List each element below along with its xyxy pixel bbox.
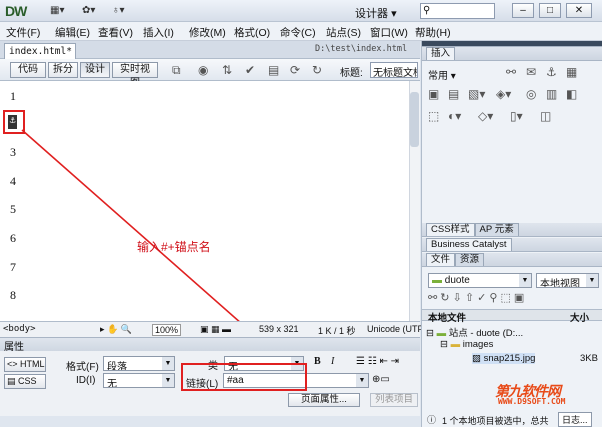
page-properties-button[interactable]: 页面属性... (288, 393, 360, 407)
css-panel-header: CSS样式 AP 元素 (422, 223, 602, 237)
comment-icon[interactable]: ◎ (526, 87, 536, 101)
log-button[interactable]: 日志... (558, 412, 592, 427)
ap-elements-tab[interactable]: AP 元素 (474, 223, 519, 236)
link-highlight-box (181, 363, 307, 391)
list-icons[interactable]: ☰ ☷ ⇤ ⇥ (356, 356, 399, 367)
files-toolbar-icons[interactable]: ⚯ ↻ ⇩ ⇧ ✓ ⚲ ⬚ ▣ (428, 291, 524, 304)
dreamweaver-window: DW ▦▾ ✿▾ ♁▾ 设计器 ▾ ⚲ – □ ✕ 文件(F) 编辑(E) 查看… (0, 0, 602, 427)
div-icon[interactable]: ▣ (428, 87, 439, 101)
watermark-url: WWW.D9SOFT.COM (498, 397, 566, 406)
hyperlink-icon[interactable]: ⚯ (506, 65, 516, 79)
point-to-file-icon[interactable]: ⊕▭ (372, 374, 390, 385)
head-icon[interactable]: ▥ (546, 87, 557, 101)
format-value: 段落 (107, 362, 127, 371)
business-catalyst-header: Business Catalyst (422, 238, 602, 252)
insert-tab[interactable]: 插入 (426, 47, 456, 60)
file-name: snap215.jpg (483, 353, 536, 364)
id-value: 无 (107, 379, 117, 388)
encoding: Unicode (UTF (367, 324, 424, 334)
template-icon[interactable]: ⬚ (428, 109, 439, 123)
id-label: ID(I) (76, 375, 96, 386)
list-item[interactable]: ⊟ ▬ images (440, 339, 493, 350)
html-label: HTML (20, 359, 45, 369)
file-size: 3KB (580, 353, 598, 364)
bold-button[interactable]: B (314, 356, 321, 367)
image-file-icon: ▨ (472, 353, 481, 364)
css-label: CSS (18, 376, 37, 386)
view-select-value: 本地视图 (540, 279, 580, 288)
file-name: 站点 - duote (D:... (448, 328, 524, 339)
download-speed: 1 K / 1 秒 (318, 326, 356, 336)
window-size-icons[interactable]: ▣ ▦ ▬ (200, 324, 231, 335)
assets-tab[interactable]: 资源 (455, 253, 485, 266)
list-item-button: 列表项目 (370, 393, 418, 407)
size-column[interactable]: 大小 (570, 310, 589, 324)
chevron-down-icon: ▼ (162, 357, 174, 370)
business-catalyst-tab[interactable]: Business Catalyst (426, 238, 512, 251)
html-mode-button[interactable]: <> HTML (4, 357, 46, 372)
files-status-bar: ⓘ 1 个本地项目被选中，总共 日志... (424, 411, 602, 427)
file-name: images (462, 339, 494, 350)
named-anchor-icon[interactable]: ⚓ (546, 65, 557, 79)
italic-button[interactable]: I (331, 356, 334, 367)
list-item[interactable]: ⊟ ▬ 站点 - duote (D:... (426, 325, 523, 339)
annotation-text: 输入#+锚点名 (137, 240, 211, 254)
chevron-down-icon: ▼ (162, 374, 174, 387)
local-files-column[interactable]: 本地文件 (428, 310, 466, 324)
chevron-down-icon: ▼ (356, 374, 368, 387)
css-styles-tab[interactable]: CSS样式 (426, 223, 475, 236)
properties-panel-header[interactable]: 属性 (0, 337, 420, 353)
insert-category-select[interactable]: 常用 ▾ (428, 67, 456, 82)
format-select[interactable]: 段落 ▼ (103, 356, 175, 371)
css-mode-button[interactable]: ▤ CSS (4, 374, 46, 389)
tag-selector[interactable]: <body> (3, 324, 36, 334)
media-icon[interactable]: ▧▾ (468, 87, 485, 101)
site-select[interactable]: ▬ duote ▼ (428, 273, 532, 288)
files-panel-header: 文件 资源 (422, 253, 602, 267)
insert-category-label: 常用 (428, 71, 448, 82)
script-icon[interactable]: ◧ (566, 87, 577, 101)
select-tool-icon[interactable]: ▸ ✋ 🔍 (100, 324, 132, 335)
email-icon[interactable]: ✉ (526, 65, 536, 79)
server-include-icon[interactable]: ▯▾ (510, 109, 523, 123)
image-icon[interactable]: ▤ (448, 87, 459, 101)
tag-chooser-icon[interactable]: ◐▾ (448, 109, 461, 123)
format-label: 格式(F) (66, 362, 99, 373)
insert-panel-header: 插入 (422, 47, 602, 61)
files-column-header: 本地文件 大小 (422, 309, 602, 324)
files-status-text: 1 个本地项目被选中，总共 (442, 416, 549, 426)
id-select[interactable]: 无 ▼ (103, 373, 175, 388)
snippet-icon[interactable]: ◫ (540, 109, 551, 123)
table-icon[interactable]: ▦ (566, 65, 577, 79)
list-item[interactable]: ▨ snap215.jpg (472, 353, 536, 364)
right-panel-group: 插入 常用 ▾ ⚯ ✉ ⚓ ▦ ▣ ▤ ▧▾ ◈▾ ◎ ▥ ◧ ⬚ ◐▾ ◇▾ … (421, 41, 602, 427)
chevron-down-icon: ▼ (519, 274, 531, 287)
info-icon: ⓘ (427, 415, 437, 425)
window-size[interactable]: 539 x 321 (259, 324, 299, 334)
folder-icon: ▬ (436, 328, 447, 339)
folder-icon: ▬ (432, 275, 442, 286)
widget-icon[interactable]: ◇▾ (478, 109, 493, 123)
files-tab[interactable]: 文件 (426, 253, 456, 266)
chevron-down-icon: ▼ (586, 274, 598, 287)
view-select[interactable]: 本地视图 ▼ (536, 273, 599, 288)
status-bar: <body> ▸ ✋ 🔍 100% ▣ ▦ ▬ 539 x 321 1 K / … (0, 321, 424, 337)
folder-icon: ▬ (450, 339, 461, 350)
date-icon[interactable]: ◈▾ (496, 87, 511, 101)
site-select-value: duote (444, 275, 470, 286)
zoom-select[interactable]: 100% (152, 324, 182, 336)
